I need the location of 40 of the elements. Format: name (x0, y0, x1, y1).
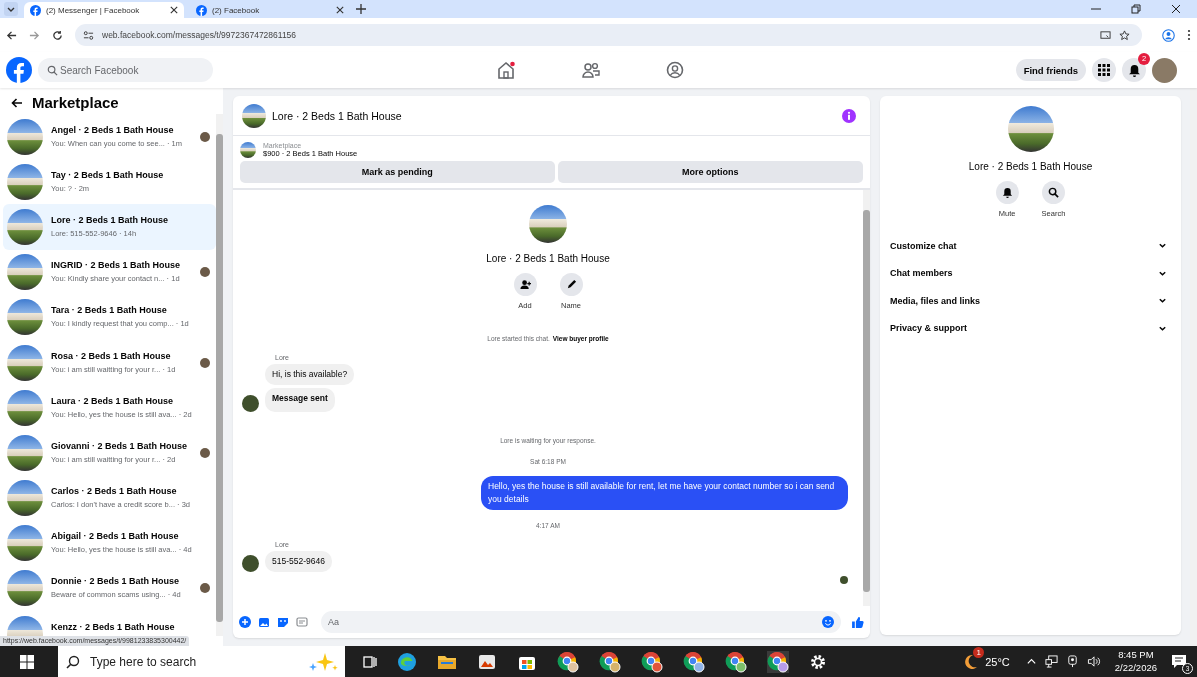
profile-name: Lore · 2 Beds 1 Bath House (968, 161, 1093, 172)
received-message: 515-552-9646 (265, 550, 332, 572)
conversation-name: Donnie · 2 Beds 1 Bath House (51, 576, 181, 587)
sent-message: Hello, yes the house is still available for rent, let me have your contact number so i can send you details (481, 476, 848, 510)
chat-title: Lore · 2 Beds 1 Bath House (272, 109, 402, 122)
section-row[interactable]: Privacy & support (890, 314, 1171, 342)
search-field[interactable]: Search Facebook (38, 58, 213, 82)
action-button[interactable]: More options (557, 161, 863, 183)
profile-name: Lore · 2 Beds 1 Bath House (486, 253, 610, 264)
clock-date[interactable]: 2/22/2026 (1114, 661, 1157, 674)
conversation-name: Tay · 2 Beds 1 Bath House (51, 169, 165, 180)
browser-tab[interactable]: (2) Facebook (190, 2, 350, 18)
taskbar-search-field[interactable]: Type here to search (58, 646, 345, 677)
address-field[interactable]: web.facebook.com/messages/t/9972367472861156 (75, 24, 1142, 46)
section-row[interactable]: Customize chat (890, 232, 1171, 260)
tab-title: (2) Facebook (212, 5, 261, 15)
temperature: 25°C (985, 655, 1010, 668)
sidebar-title: Marketplace (32, 94, 119, 111)
conversation-name: Lore · 2 Beds 1 Bath House (51, 214, 170, 225)
tab-title: (2) Messenger | Facebook (46, 5, 141, 15)
conversation-name: Kenzz · 2 Beds 1 Bath House (51, 621, 176, 632)
conversation-name: Abigail · 2 Beds 1 Bath House (51, 531, 180, 542)
weather-badge: 1 (973, 646, 985, 658)
received-message: Message sent (265, 388, 335, 412)
clock-time[interactable]: 8:45 PM (1118, 649, 1154, 662)
conversation-name: Tara · 2 Beds 1 Bath House (51, 305, 168, 316)
section-row[interactable]: Media, files and links (890, 287, 1171, 315)
url-text: web.facebook.com/messages/t/9972367472861156 (102, 30, 297, 40)
conversation-name: Angel · 2 Beds 1 Bath House (51, 124, 175, 135)
conversation-name: INGRID · 2 Beds 1 Bath House (51, 260, 182, 271)
message-field[interactable]: Aa (321, 611, 841, 633)
received-message: Hi, is this available? (265, 364, 355, 385)
conversation-name: Giovanni · 2 Beds 1 Bath House (51, 440, 189, 451)
conversation-name: Rosa · 2 Beds 1 Bath House (51, 350, 172, 361)
section-row[interactable]: Chat members (890, 259, 1171, 287)
conversation-name: Laura · 2 Beds 1 Bath House (51, 395, 175, 406)
conversation-name: Carlos · 2 Beds 1 Bath House (51, 486, 178, 497)
browser-tab[interactable]: (2) Messenger | Facebook (24, 2, 184, 18)
find-friends-button[interactable]: Find friends (1015, 59, 1086, 81)
action-button[interactable]: Mark as pending (240, 161, 555, 183)
